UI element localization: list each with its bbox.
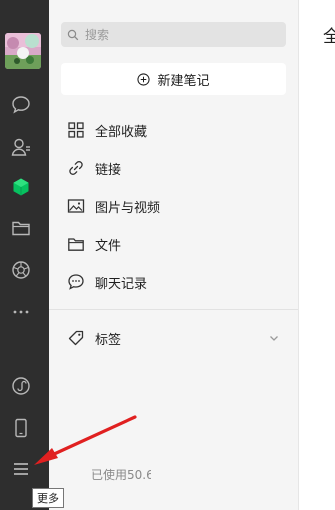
divider [49,309,298,310]
nav-item-tags[interactable]: 标签 [66,325,291,351]
folder-icon[interactable] [7,214,35,242]
content-area: 全 [299,0,335,510]
plus-circle-icon [137,72,151,86]
nav-item-label: 聊天记录 [95,276,148,292]
nav-item-links[interactable]: 链接 [66,155,291,181]
new-note-button[interactable]: 新建笔记 [61,63,286,95]
moments-icon[interactable] [7,256,35,284]
contacts-icon[interactable] [7,133,35,161]
favorites-panel: 新建笔记 全部收藏 链接 图片与视频 文件 聊天记录 标 [49,0,298,510]
avatar[interactable] [5,33,41,69]
nav-item-label: 链接 [95,162,122,178]
content-title: 全 [323,27,335,47]
more-dots-icon[interactable] [7,298,35,326]
phone-icon[interactable] [7,414,35,442]
nav-item-files[interactable]: 文件 [66,231,291,257]
nav-item-label: 全部收藏 [95,124,148,140]
search-input[interactable] [85,27,265,42]
chat-history-icon [66,272,86,292]
nav-item-chat-history[interactable]: 聊天记录 [66,269,291,295]
nav-item-images-videos[interactable]: 图片与视频 [66,193,291,219]
nav-item-label: 文件 [95,238,122,254]
chat-icon[interactable] [7,91,35,119]
tooltip-more: 更多 [32,488,64,508]
link-icon [66,158,86,178]
menu-icon[interactable] [7,455,35,483]
sidebar-rail [0,0,49,510]
mini-program-icon[interactable] [7,372,35,400]
nav-item-label: 图片与视频 [95,200,161,216]
grid-icon [66,120,86,140]
tag-icon [66,328,86,348]
search-icon [67,29,79,40]
nav-item-all-favorites[interactable]: 全部收藏 [66,117,291,143]
new-note-label: 新建笔记 [157,73,210,89]
storage-usage: 已使用50.6 [91,468,151,482]
folder-outline-icon [66,234,86,254]
search-box[interactable] [61,22,286,47]
image-icon [66,196,86,216]
favorites-icon[interactable] [7,173,35,201]
nav-item-label: 标签 [95,332,122,348]
chevron-down-icon[interactable] [268,332,280,344]
